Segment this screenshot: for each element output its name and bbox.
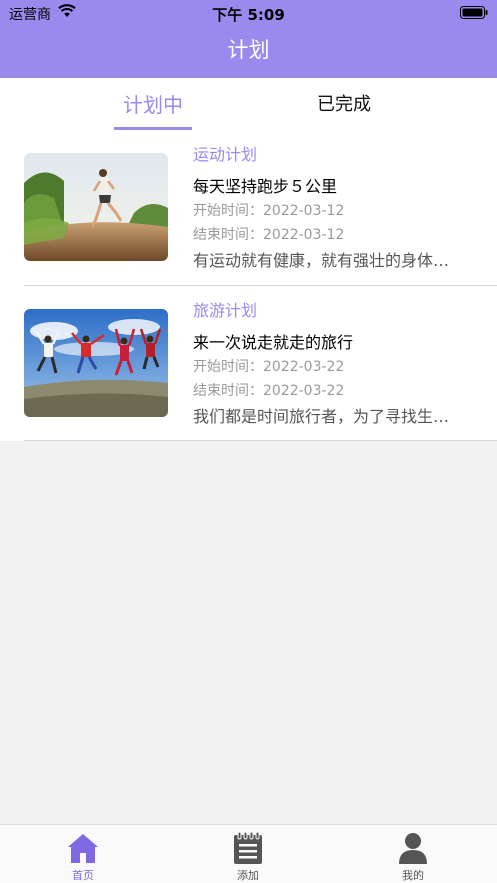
tabbar-me[interactable]: 我的 [373,831,453,883]
status-bar: 运营商 下午 5:09 [0,0,497,26]
plan-title: 每天坚持跑步５公里 [193,177,338,196]
running-photo [24,153,168,261]
tabbar-home[interactable]: 首页 [43,831,123,883]
page-title: 计划 [227,38,270,62]
plan-end-date: 结束时间：2022-03-12 [193,227,345,243]
plan-title: 来一次说走就走的旅行 [193,333,354,352]
plan-item-travel[interactable]: 旅游计划 来一次说走就走的旅行 开始时间：2022-03-22 结束时间：202… [0,286,497,441]
plan-end-date: 结束时间：2022-03-22 [193,383,345,399]
travel-photo [24,309,168,417]
notepad-icon [208,831,288,865]
tabbar-add[interactable]: 添加 [208,831,288,883]
plan-info: 运动计划 每天坚持跑步５公里 开始时间：2022-03-12 结束时间：2022… [193,144,473,273]
home-icon [43,831,123,865]
plan-start-date: 开始时间：2022-03-22 [193,359,345,375]
plan-category: 运动计划 [193,145,258,164]
tabbar-me-label: 我的 [402,869,424,882]
battery-icon [460,6,488,23]
row-divider [24,440,497,441]
plan-category: 旅游计划 [193,301,258,320]
plan-info: 旅游计划 来一次说走就走的旅行 开始时间：2022-03-22 结束时间：202… [193,300,473,429]
plan-description: 有运动就有健康，就有强壮的身体… [193,251,450,270]
plan-tabs: 计划中 已完成 [0,78,497,130]
bottom-tab-bar: 首页 添加 我的 [0,824,497,883]
plan-item-running[interactable]: 运动计划 每天坚持跑步５公里 开始时间：2022-03-12 结束时间：2022… [0,130,497,285]
plan-start-date: 开始时间：2022-03-12 [193,203,345,219]
tabbar-home-label: 首页 [72,869,94,882]
plan-list: 运动计划 每天坚持跑步５公里 开始时间：2022-03-12 结束时间：2022… [0,130,497,441]
tab-completed[interactable]: 已完成 [305,90,383,116]
status-time: 下午 5:09 [212,6,285,24]
user-icon [373,831,453,865]
tab-in-progress[interactable]: 计划中 [114,89,192,118]
nav-bar: 计划 [0,26,497,78]
plan-description: 我们都是时间旅行者，为了寻找生… [193,407,450,426]
tabbar-add-label: 添加 [237,869,259,882]
